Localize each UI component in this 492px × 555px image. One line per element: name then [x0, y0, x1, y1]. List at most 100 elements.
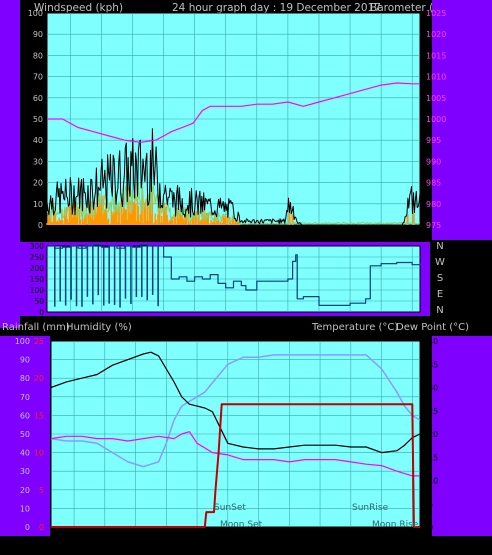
- x-tick-label-15: 15: [129, 537, 142, 548]
- humidity-tick-20: 20: [20, 486, 30, 495]
- graph-title: 24 hour graph day : 19 December 2017: [172, 2, 381, 14]
- humidity-tick-50: 50: [20, 430, 30, 439]
- x-tick-label-11: 11: [64, 230, 77, 241]
- rainfall-tick-25: 25: [34, 337, 44, 346]
- compass-label-e: E: [437, 289, 443, 300]
- compass-label-n: N: [436, 305, 443, 316]
- humidity-tick-30: 30: [20, 467, 30, 476]
- barometer-tick-990: 990: [426, 157, 441, 166]
- compass-label-s: S: [437, 273, 443, 284]
- x-axis-tick-labels-top: 11 13 15 17 19 21 23 01 03 05 07 09: [64, 230, 419, 241]
- windspeed-tick-0: 0: [38, 221, 43, 230]
- direction-tick-150: 150: [30, 275, 45, 284]
- rainfall-tick-20: 20: [34, 374, 44, 383]
- humidity-tick-0: 0: [25, 523, 30, 532]
- direction-tick-300: 300: [30, 242, 45, 251]
- x-tick-label-09: 09: [406, 230, 419, 241]
- windspeed-tick-40: 40: [33, 136, 43, 145]
- x-tick-label-21: 21: [219, 230, 232, 241]
- x-tick-label-03: 03: [313, 230, 326, 241]
- temperature-tick-10: 10: [428, 477, 438, 486]
- sunset-annotation: SunSet: [214, 503, 246, 513]
- windspeed-tick-70: 70: [33, 73, 43, 82]
- barometer-tick-1025: 1025: [426, 9, 446, 18]
- x-tick-label-05: 05: [344, 537, 357, 548]
- barometer-tick-1015: 1015: [426, 51, 446, 60]
- humidity-tick-60: 60: [20, 411, 30, 420]
- humidity-tick-10: 10: [20, 504, 30, 513]
- temperature-tick-5: 5: [428, 500, 433, 509]
- barometer-tick-975: 975: [426, 221, 441, 230]
- barometer-tick-985: 985: [426, 179, 441, 188]
- barometer-tick-1000: 1000: [426, 115, 446, 124]
- temperature-tick-35: 35: [428, 360, 438, 369]
- humidity-tick-90: 90: [20, 356, 30, 365]
- windspeed-tick-50: 50: [33, 115, 43, 124]
- windspeed-tick-30: 30: [33, 157, 43, 166]
- x-tick-label-09: 09: [406, 537, 419, 548]
- x-tick-label-01: 01: [282, 230, 295, 241]
- direction-tick-100: 100: [30, 286, 45, 295]
- temperature-axis-title: Temperature (°C): [311, 322, 398, 333]
- rainfall-tick-0: 0: [39, 523, 44, 532]
- direction-tick-50: 50: [34, 297, 44, 306]
- temperature-tick-20: 20: [428, 430, 438, 439]
- windspeed-axis-title: Windspeed (kph): [34, 2, 123, 14]
- x-tick-label-05: 05: [344, 230, 357, 241]
- barometer-tick-980: 980: [426, 200, 441, 209]
- compass-labels: NWSEN: [435, 241, 445, 316]
- temperature-tick-40: 40: [428, 337, 438, 346]
- barometer-tick-995: 995: [426, 136, 441, 145]
- dewpoint-axis-title: Dew Point (°C): [396, 322, 469, 333]
- x-tick-label-13: 13: [98, 537, 111, 548]
- humidity-tick-80: 80: [20, 374, 30, 383]
- windspeed-tick-10: 10: [33, 200, 43, 209]
- direction-tick-200: 200: [30, 264, 45, 273]
- temperature-tick-15: 15: [428, 453, 438, 462]
- humidity-axis-title: Humidity (%): [66, 322, 132, 333]
- rainfall-tick-10: 10: [34, 449, 44, 458]
- x-tick-label-15: 15: [126, 230, 139, 241]
- x-tick-label-21: 21: [221, 537, 234, 548]
- temperature-tick-30: 30: [428, 384, 438, 393]
- barometer-tick-1020: 1020: [426, 30, 446, 39]
- humidity-tick-70: 70: [20, 393, 30, 402]
- compass-label-w: W: [435, 257, 445, 268]
- windspeed-tick-100: 100: [28, 9, 43, 18]
- x-tick-label-17: 17: [157, 230, 170, 241]
- x-tick-label-13: 13: [95, 230, 108, 241]
- windspeed-tick-90: 90: [33, 30, 43, 39]
- x-tick-label-23: 23: [250, 230, 263, 241]
- weather-graph-svg: Windspeed (kph) 24 hour graph day : 19 D…: [0, 0, 492, 548]
- x-axis-tick-labels-bottom: 11 13 15 17 19 21 23 01 03 05 07 09: [68, 537, 419, 548]
- humidity-tick-100: 100: [15, 337, 30, 346]
- x-tick-label-03: 03: [314, 537, 327, 548]
- x-tick-label-19: 19: [191, 537, 204, 548]
- x-tick-label-23: 23: [252, 537, 265, 548]
- temperature-tick-25: 25: [428, 407, 438, 416]
- sunrise-annotation: SunRise: [352, 503, 389, 513]
- rainfall-tick-5: 5: [39, 486, 44, 495]
- moonrise-annotation: Moon Rise: [372, 520, 419, 530]
- direction-tick-250: 250: [30, 253, 45, 262]
- x-tick-label-07: 07: [375, 230, 388, 241]
- x-tick-label-01: 01: [283, 537, 296, 548]
- windspeed-tick-80: 80: [33, 51, 43, 60]
- weather-graph: Windspeed (kph) 24 hour graph day : 19 D…: [0, 0, 492, 555]
- rainfall-axis-title: Rainfall (mm): [2, 322, 70, 333]
- humidity-tick-40: 40: [20, 449, 30, 458]
- windspeed-tick-60: 60: [33, 94, 43, 103]
- windspeed-tick-20: 20: [33, 179, 43, 188]
- x-tick-label-17: 17: [160, 537, 173, 548]
- barometer-tick-1010: 1010: [426, 73, 446, 82]
- moonset-annotation: Moon Set: [220, 520, 263, 530]
- x-tick-label-07: 07: [375, 537, 388, 548]
- x-tick-label-19: 19: [188, 230, 201, 241]
- right-side-strip-bottom: [432, 336, 492, 536]
- temperature-tick-0: 0: [428, 523, 433, 532]
- direction-tick-0: 0: [39, 308, 44, 317]
- barometer-tick-1005: 1005: [426, 94, 446, 103]
- compass-label-n: N: [436, 241, 443, 252]
- x-tick-label-11: 11: [68, 537, 81, 548]
- windspeed-tick-labels: 0 10 20 30 40 50 60 70 80 90 100: [28, 9, 43, 230]
